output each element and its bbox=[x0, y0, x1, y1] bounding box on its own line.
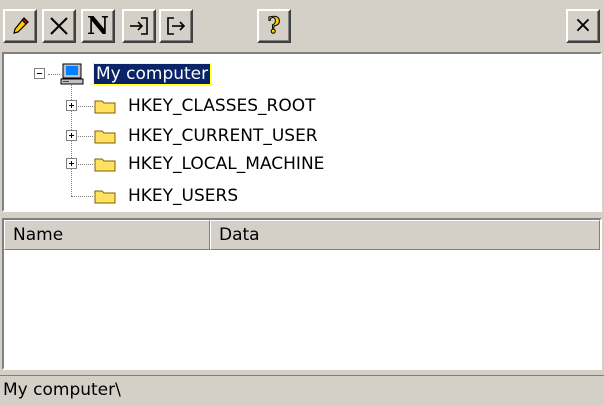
computer-icon bbox=[60, 63, 84, 85]
export-button[interactable] bbox=[159, 9, 193, 43]
pencil-icon bbox=[13, 17, 29, 34]
tree-node-hkey-current-user[interactable]: HKEY_CURRENT_USER bbox=[126, 126, 320, 146]
column-header-data[interactable]: Data bbox=[210, 220, 600, 250]
tree-node-hkey-classes-root[interactable]: HKEY_CLASSES_ROOT bbox=[126, 96, 318, 116]
registry-tree[interactable]: My computer HKEY_CLASSES_ROOT HKEY_CURRE… bbox=[2, 52, 602, 212]
tree-connector bbox=[71, 196, 93, 197]
help-icon: ? bbox=[267, 13, 281, 39]
new-n-icon: N bbox=[87, 11, 109, 40]
folder-icon bbox=[94, 100, 116, 114]
new-button[interactable]: N bbox=[81, 9, 115, 43]
export-icon bbox=[167, 17, 186, 35]
status-bar: My computer\ bbox=[0, 375, 604, 405]
folder-icon bbox=[94, 158, 116, 172]
delete-button[interactable] bbox=[42, 9, 76, 43]
expand-toggle[interactable] bbox=[66, 158, 77, 169]
close-button[interactable]: × bbox=[566, 9, 600, 43]
folder-icon bbox=[94, 190, 116, 204]
tree-node-hkey-users[interactable]: HKEY_USERS bbox=[126, 186, 240, 206]
tree-connector bbox=[48, 74, 60, 75]
tree-node-my-computer[interactable]: My computer bbox=[92, 63, 212, 85]
edit-button[interactable] bbox=[3, 9, 37, 43]
help-button[interactable]: ? bbox=[257, 9, 291, 43]
folder-icon bbox=[94, 130, 116, 144]
expand-toggle[interactable] bbox=[66, 130, 77, 141]
column-header-name[interactable]: Name bbox=[4, 220, 210, 250]
values-list[interactable]: Name Data bbox=[2, 218, 602, 370]
close-icon: × bbox=[573, 13, 593, 38]
collapse-toggle[interactable] bbox=[34, 68, 45, 79]
import-button[interactable] bbox=[122, 9, 156, 43]
expand-toggle[interactable] bbox=[66, 100, 77, 111]
tree-node-hkey-local-machine[interactable]: HKEY_LOCAL_MACHINE bbox=[126, 154, 326, 174]
delete-x-icon bbox=[50, 17, 68, 35]
import-icon bbox=[130, 17, 148, 35]
toolbar: N ? × bbox=[0, 0, 604, 52]
